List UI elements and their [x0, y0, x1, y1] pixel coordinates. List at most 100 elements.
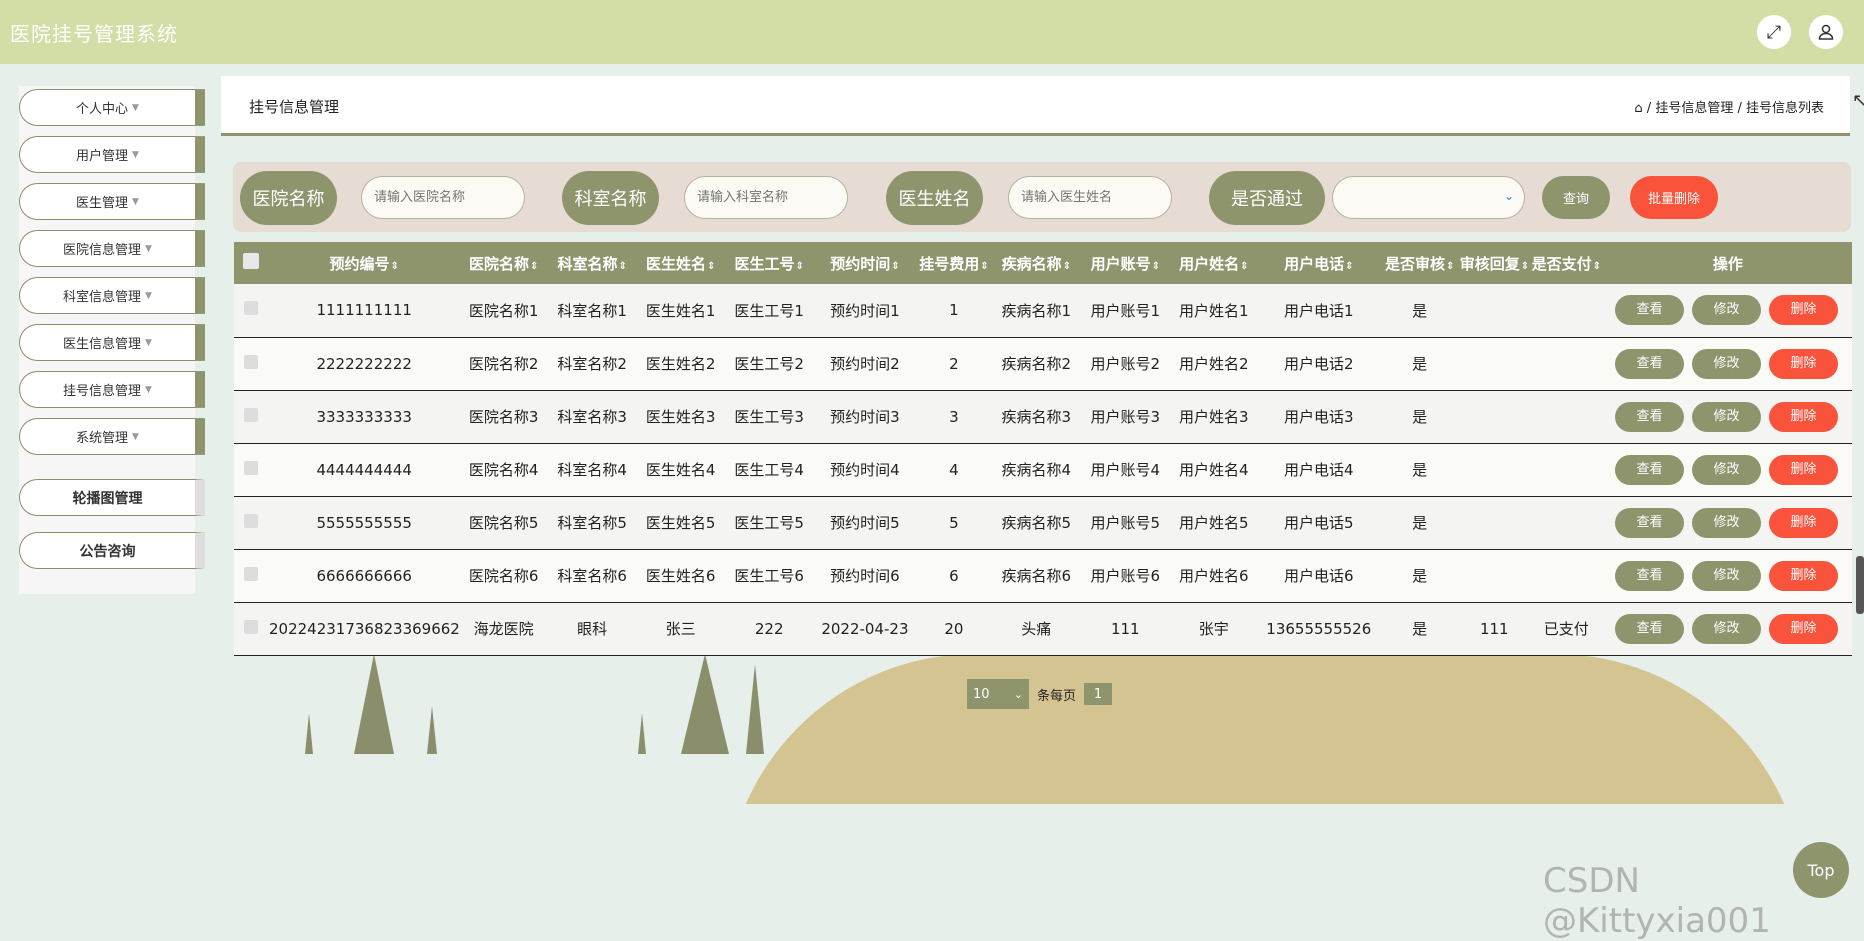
- breadcrumb-item[interactable]: 挂号信息管理: [1655, 101, 1733, 116]
- column-header[interactable]: 疾病名称⇕: [992, 242, 1082, 284]
- decorative-tree: [305, 713, 313, 754]
- sort-icon[interactable]: ⇕: [891, 261, 899, 272]
- select-all-cell: [234, 242, 269, 284]
- column-header[interactable]: 医生工号⇕: [725, 242, 814, 284]
- doctor-name-input[interactable]: [1008, 176, 1172, 219]
- column-header[interactable]: 医院名称⇕: [459, 242, 548, 284]
- scrollbar-thumb[interactable]: [1856, 556, 1864, 614]
- delete-button[interactable]: 删除: [1769, 295, 1838, 326]
- column-header[interactable]: 是否支付⇕: [1529, 242, 1604, 284]
- table-row: 1111111111 医院名称1 科室名称1 医生姓名1 医生工号1 预约时间1 1 疾病名称…: [234, 284, 1852, 337]
- query-button[interactable]: 查询: [1542, 176, 1610, 219]
- user-icon[interactable]: [1809, 15, 1843, 49]
- sidebar-item[interactable]: 系统管理 ▼: [19, 418, 205, 455]
- edit-button[interactable]: 修改: [1692, 401, 1761, 432]
- delete-button[interactable]: 删除: [1769, 507, 1838, 538]
- delete-button[interactable]: 删除: [1769, 401, 1838, 432]
- sort-icon[interactable]: ⇕: [1152, 261, 1160, 272]
- column-header[interactable]: 预约时间⇕: [813, 242, 916, 284]
- view-button[interactable]: 查看: [1615, 454, 1684, 485]
- column-header[interactable]: 审核回复⇕: [1460, 242, 1529, 284]
- sort-icon[interactable]: ⇕: [1593, 261, 1601, 272]
- sidebar-item[interactable]: 公告咨询: [19, 532, 205, 569]
- table-row: 3333333333 医院名称3 科室名称3 医生姓名3 医生工号3 预约时间3 3 疾病名称…: [234, 390, 1852, 443]
- sidebar-item[interactable]: 个人中心 ▼: [19, 89, 205, 126]
- edit-button[interactable]: 修改: [1692, 454, 1761, 485]
- table-cell: 预约时间3: [830, 408, 900, 426]
- table-cell: 医院名称2: [468, 355, 539, 373]
- sidebar-item[interactable]: 医生信息管理 ▼: [19, 324, 205, 361]
- column-header[interactable]: 是否审核⇕: [1380, 242, 1460, 284]
- batch-delete-button[interactable]: 批量删除: [1630, 176, 1718, 219]
- edit-button[interactable]: 修改: [1692, 348, 1761, 379]
- sort-icon[interactable]: ⇕: [796, 261, 804, 272]
- column-header[interactable]: 预约编号⇕: [269, 242, 459, 284]
- sort-icon[interactable]: ⇕: [1063, 261, 1071, 272]
- sort-icon[interactable]: ⇕: [1446, 261, 1454, 272]
- delete-button[interactable]: 删除: [1769, 560, 1838, 591]
- sidebar-item[interactable]: 轮播图管理: [19, 479, 205, 516]
- table-cell: 用户电话6: [1284, 567, 1354, 585]
- column-header[interactable]: 用户姓名⇕: [1170, 242, 1259, 284]
- view-button[interactable]: 查看: [1615, 348, 1684, 379]
- page-size-select[interactable]: 10 ⌄: [967, 679, 1029, 709]
- view-button[interactable]: 查看: [1615, 401, 1684, 432]
- delete-button[interactable]: 删除: [1769, 613, 1838, 644]
- dept-name-input[interactable]: [684, 176, 848, 219]
- column-header-label: 预约编号: [329, 254, 390, 273]
- table-cell: 医院名称5: [468, 514, 539, 532]
- sort-icon[interactable]: ⇕: [1240, 261, 1248, 272]
- table-cell: 医生姓名6: [645, 567, 716, 585]
- table-cell: 张三: [665, 620, 696, 638]
- sort-icon[interactable]: ⇕: [980, 261, 988, 272]
- table-cell: 预约时间4: [830, 461, 900, 479]
- row-checkbox[interactable]: [244, 460, 259, 475]
- fullscreen-icon[interactable]: ⤢: [1757, 15, 1791, 49]
- column-header[interactable]: 科室名称⇕: [548, 242, 637, 284]
- passed-select[interactable]: ⌄: [1332, 176, 1525, 219]
- edit-button[interactable]: 修改: [1692, 295, 1761, 326]
- row-checkbox[interactable]: [244, 354, 259, 369]
- delete-button[interactable]: 删除: [1769, 454, 1838, 485]
- sidebar-item[interactable]: 医院信息管理 ▼: [19, 230, 205, 267]
- sidebar-item[interactable]: 医生管理 ▼: [19, 183, 205, 220]
- sort-icon[interactable]: ⇕: [530, 261, 538, 272]
- edit-button[interactable]: 修改: [1692, 507, 1761, 538]
- sort-icon[interactable]: ⇕: [391, 261, 399, 272]
- table-cell: 用户账号1: [1090, 301, 1161, 320]
- column-header[interactable]: 用户账号⇕: [1081, 242, 1170, 284]
- column-header[interactable]: 用户电话⇕: [1258, 242, 1379, 284]
- row-checkbox[interactable]: [244, 619, 259, 634]
- sidebar-item[interactable]: 挂号信息管理 ▼: [19, 371, 205, 408]
- sort-icon[interactable]: ⇕: [618, 261, 626, 272]
- table-cell: 20: [944, 619, 964, 638]
- table-cell: 医生工号6: [734, 567, 804, 585]
- page-number-current[interactable]: 1: [1084, 683, 1113, 705]
- sort-icon[interactable]: ⇕: [1345, 261, 1353, 272]
- view-button[interactable]: 查看: [1615, 560, 1684, 591]
- breadcrumb-item: 挂号信息列表: [1745, 101, 1824, 116]
- edit-button[interactable]: 修改: [1692, 613, 1761, 644]
- view-button[interactable]: 查看: [1615, 507, 1684, 538]
- hospital-name-input[interactable]: [361, 176, 525, 219]
- sort-icon[interactable]: ⇕: [707, 261, 715, 272]
- select-all-checkbox[interactable]: [243, 253, 260, 269]
- edit-button[interactable]: 修改: [1692, 560, 1761, 591]
- table-cell: 用户账号5: [1090, 514, 1161, 532]
- table-cell: 13655555526: [1266, 619, 1372, 638]
- row-checkbox[interactable]: [244, 407, 259, 422]
- home-icon[interactable]: ⌂: [1634, 101, 1642, 116]
- row-checkbox[interactable]: [244, 301, 259, 316]
- sort-icon[interactable]: ⇕: [1521, 261, 1529, 272]
- column-header[interactable]: 挂号费用⇕: [916, 242, 991, 284]
- delete-button[interactable]: 删除: [1769, 348, 1838, 379]
- view-button[interactable]: 查看: [1615, 295, 1684, 326]
- row-checkbox[interactable]: [244, 513, 259, 528]
- dept-name-label: 科室名称: [562, 171, 659, 225]
- table-cell: 科室名称5: [557, 514, 627, 532]
- sidebar-item[interactable]: 科室信息管理 ▼: [19, 277, 205, 314]
- sidebar-item[interactable]: 用户管理 ▼: [19, 136, 205, 173]
- view-button[interactable]: 查看: [1615, 613, 1684, 644]
- column-header[interactable]: 医生姓名⇕: [636, 242, 725, 284]
- row-checkbox[interactable]: [244, 566, 259, 581]
